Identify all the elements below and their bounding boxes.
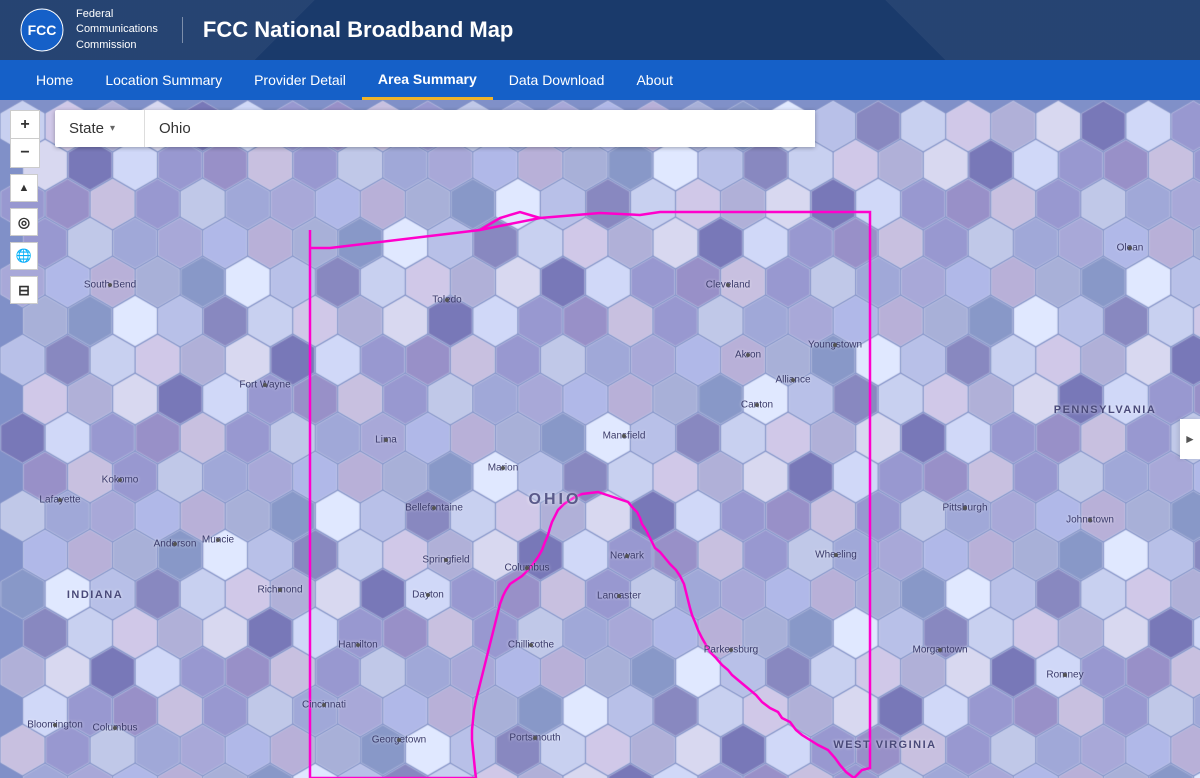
city-dot — [58, 498, 62, 502]
layers-button[interactable]: ⊟ — [10, 276, 38, 304]
city-dot — [356, 643, 360, 647]
svg-text:FCC: FCC — [28, 22, 57, 38]
city-dot — [755, 403, 759, 407]
header: FCC Federal Communications Commission FC… — [0, 0, 1200, 60]
navigation: Home Location Summary Provider Detail Ar… — [0, 60, 1200, 100]
fcc-logo-icon: FCC — [20, 8, 64, 52]
city-dot — [834, 553, 838, 557]
globe-button[interactable]: 🌐 — [10, 242, 38, 270]
city-dot — [384, 438, 388, 442]
city-dot — [791, 378, 795, 382]
nav-data-download[interactable]: Data Download — [493, 60, 621, 100]
dropdown-chevron-icon: ▾ — [110, 123, 115, 134]
zoom-in-button[interactable]: + — [11, 111, 39, 139]
city-dot — [963, 506, 967, 510]
nav-about[interactable]: About — [620, 60, 689, 100]
zoom-controls: + − — [10, 110, 40, 168]
city-dot — [444, 558, 448, 562]
city-dot — [108, 283, 112, 287]
city-dot — [625, 554, 629, 558]
city-dot — [173, 542, 177, 546]
city-dot — [216, 538, 220, 542]
city-dot — [525, 566, 529, 570]
city-dot — [533, 736, 537, 740]
city-dot — [726, 283, 730, 287]
city-dot — [397, 738, 401, 742]
city-dot — [278, 588, 282, 592]
city-dot — [529, 643, 533, 647]
city-dot — [729, 648, 733, 652]
city-dot — [53, 723, 57, 727]
city-dot — [617, 594, 621, 598]
city-dot — [118, 478, 122, 482]
app-title: FCC National Broadband Map — [182, 17, 513, 43]
agency-name: Federal Communications Commission — [76, 7, 158, 53]
city-dot — [322, 703, 326, 707]
nav-location-summary[interactable]: Location Summary — [89, 60, 238, 100]
city-dot — [263, 383, 267, 387]
nav-home[interactable]: Home — [20, 60, 89, 100]
city-dot — [1128, 246, 1132, 250]
right-panel-arrow[interactable]: ► — [1180, 419, 1200, 459]
city-dot — [746, 353, 750, 357]
area-type-label: State — [69, 120, 104, 137]
north-button[interactable]: ▲ — [10, 174, 38, 202]
map-controls: + − ▲ ◎ 🌐 ⊟ — [10, 110, 40, 308]
locate-button[interactable]: ◎ — [10, 208, 38, 236]
city-dot — [501, 466, 505, 470]
city-dot — [833, 343, 837, 347]
city-dot — [622, 434, 626, 438]
search-bar: State ▾ — [55, 110, 815, 147]
city-dot — [432, 506, 436, 510]
city-dot — [426, 593, 430, 597]
city-dot — [445, 298, 449, 302]
city-dot — [938, 648, 942, 652]
location-search-input[interactable] — [145, 110, 815, 147]
logo-area: FCC Federal Communications Commission — [20, 7, 158, 53]
area-type-dropdown[interactable]: State ▾ — [55, 110, 145, 147]
nav-area-summary[interactable]: Area Summary — [362, 60, 493, 100]
hex-grid-canvas — [0, 100, 1200, 778]
map-container[interactable]: + − ▲ ◎ 🌐 ⊟ State ▾ ► ClevelandToledoAkr… — [0, 100, 1200, 778]
city-dot — [1063, 673, 1067, 677]
city-dot — [113, 726, 117, 730]
nav-provider-detail[interactable]: Provider Detail — [238, 60, 362, 100]
zoom-out-button[interactable]: − — [11, 139, 39, 167]
city-dot — [1088, 518, 1092, 522]
